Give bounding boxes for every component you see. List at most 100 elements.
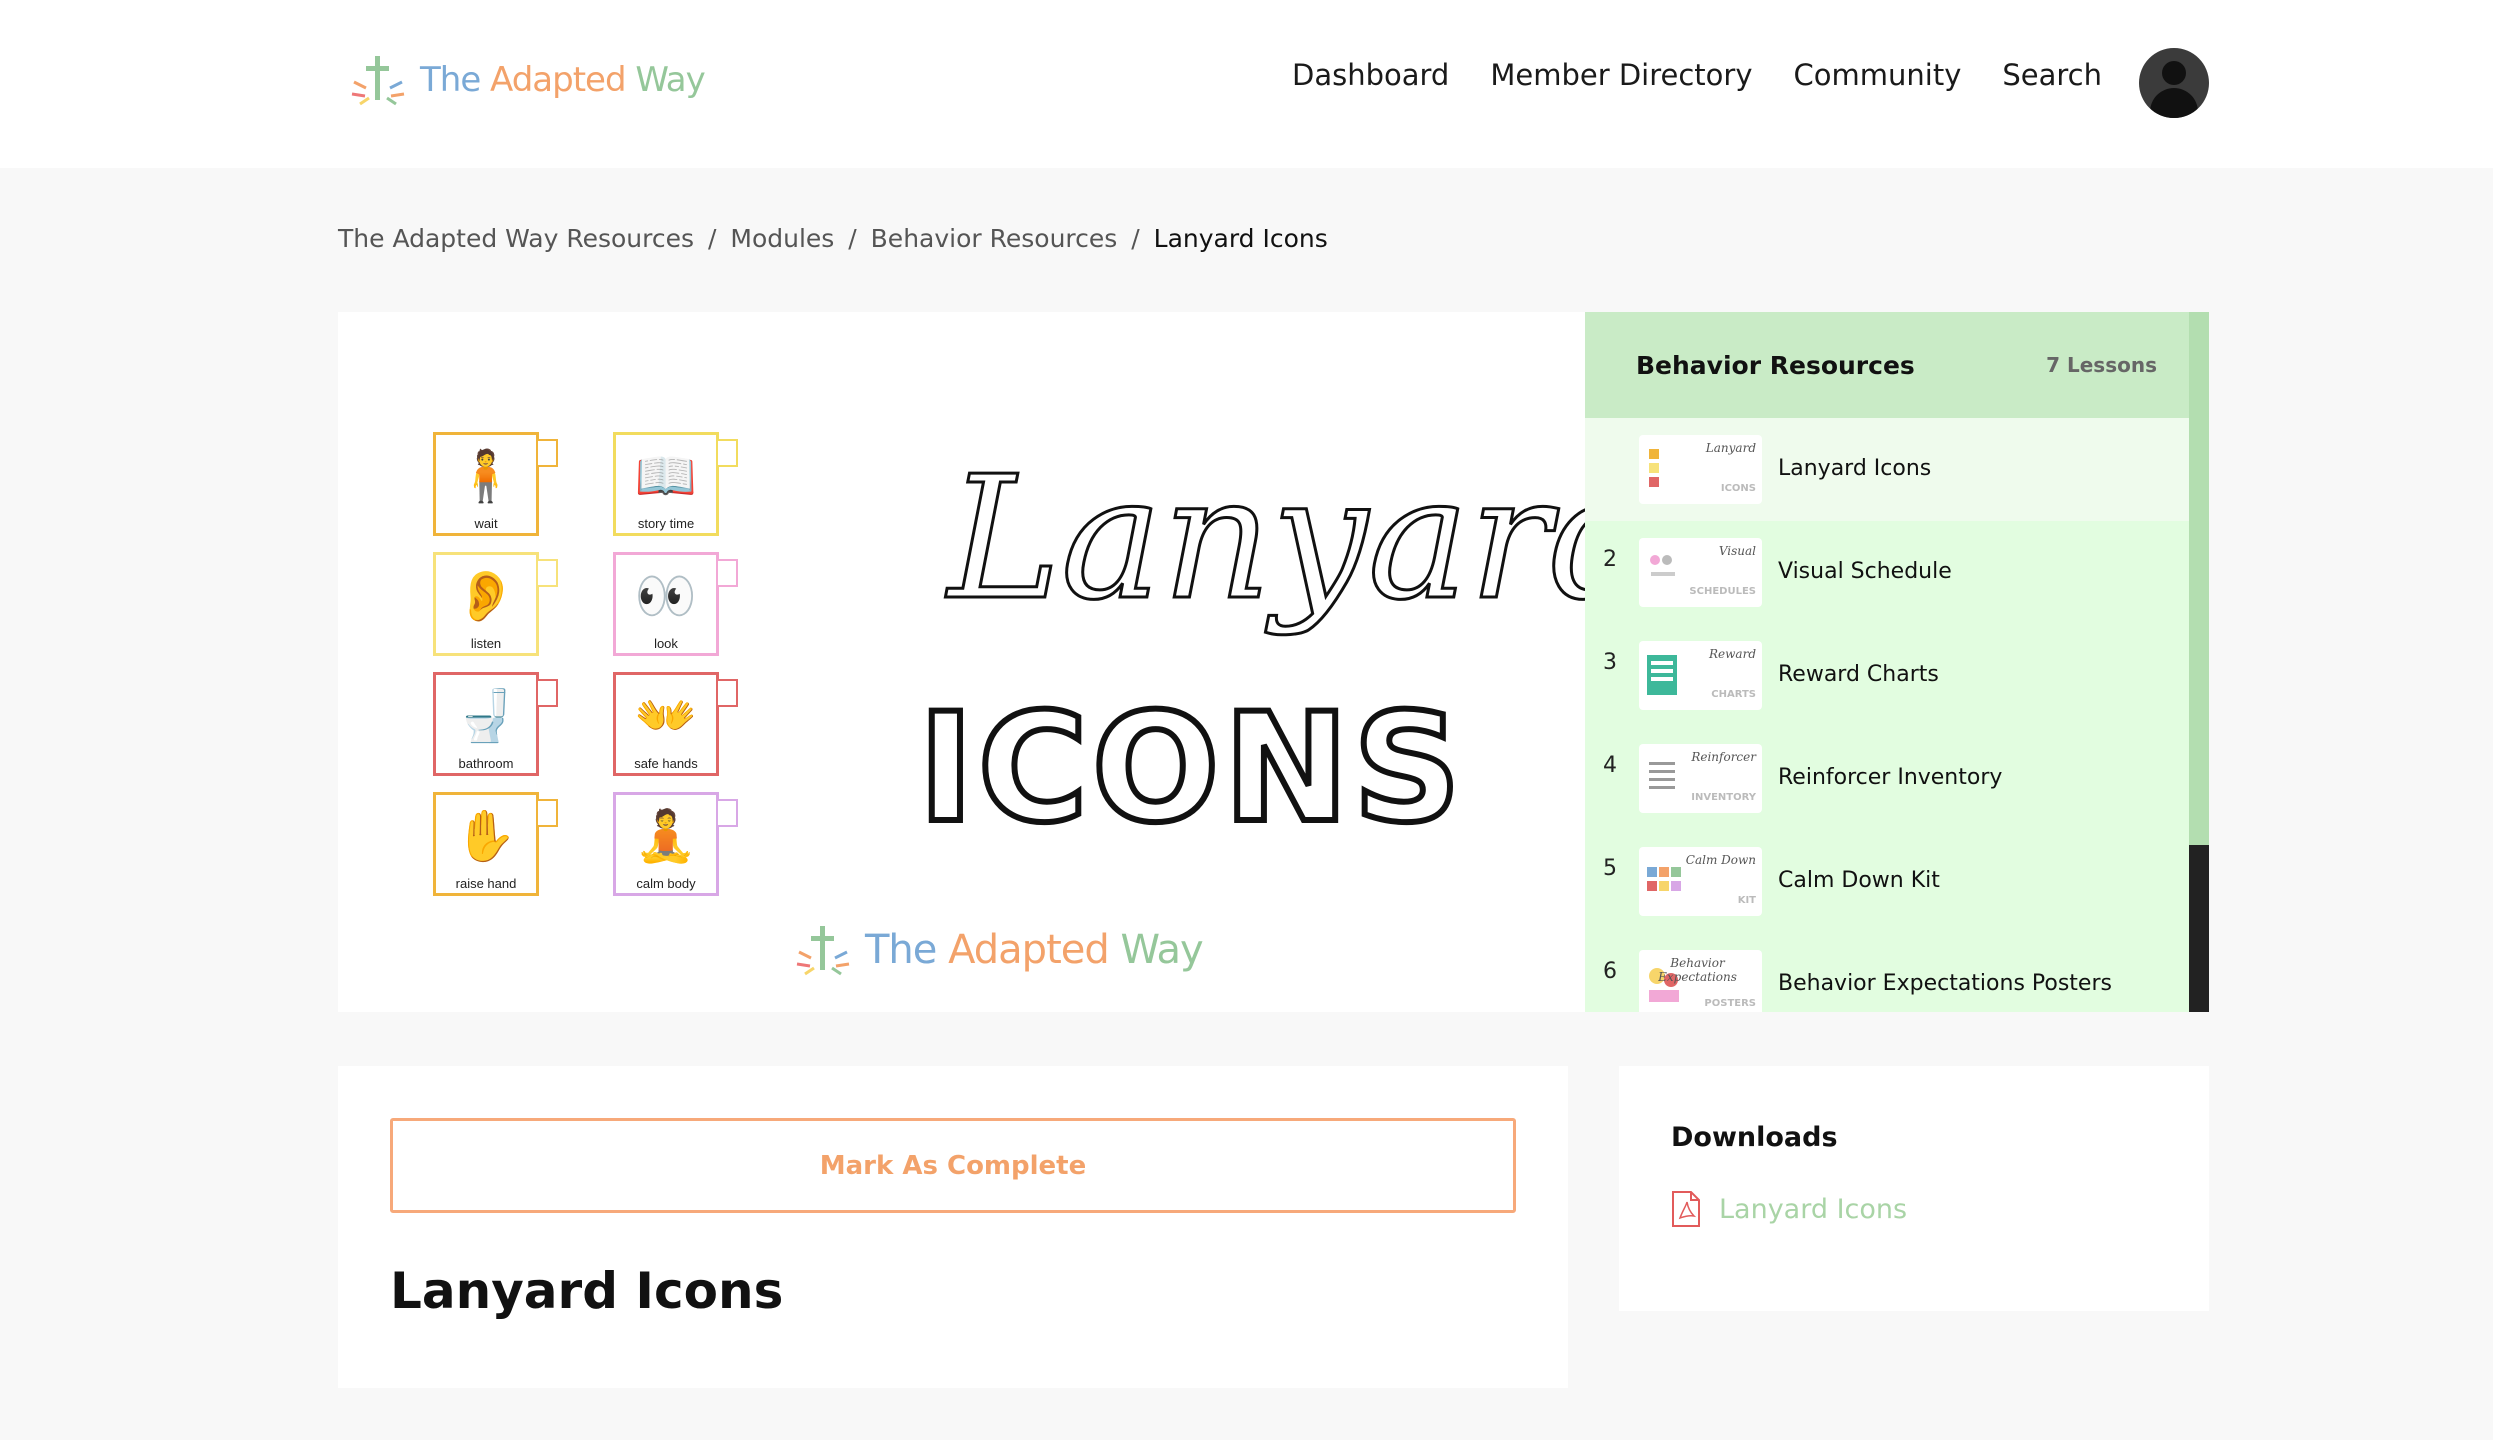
thumb-script-text: Lanyard [1705, 441, 1756, 455]
card-tab [718, 799, 738, 827]
logo-text: The Adapted Way [865, 927, 1204, 973]
nav-dashboard[interactable]: Dashboard [1292, 58, 1449, 92]
lesson-item-lanyard-icons[interactable]: Lanyard ICONS Lanyard Icons [1585, 418, 2209, 521]
lanyard-thumb-icon [1649, 449, 1659, 487]
thumb-script-text: Reward [1709, 647, 1756, 661]
lesson-item-calm-down-kit[interactable]: 5 Calm Down KIT Calm Down Kit [1585, 830, 2209, 933]
lesson-thumbnail: Calm Down KIT [1639, 847, 1762, 916]
breadcrumb-current: Lanyard Icons [1153, 224, 1328, 253]
card-tab [538, 439, 558, 467]
card-tab [718, 559, 738, 587]
lanyard-card-safe-hands: 👐 safe hands [613, 672, 738, 776]
lesson-item-visual-schedule[interactable]: 2 Visual SCHEDULES Visual Schedule [1585, 521, 2209, 624]
safe-hands-icon: 👐 [634, 688, 698, 744]
inventory-thumb-icon [1649, 762, 1675, 789]
cross-sunburst-icon [351, 56, 405, 106]
user-avatar[interactable] [2139, 48, 2209, 118]
card-label: safe hands [634, 756, 698, 771]
lanyard-card-raise-hand: ✋ raise hand [433, 792, 558, 896]
visual-schedule-thumb-icon [1650, 555, 1675, 576]
logo-text: The Adapted Way [420, 60, 706, 100]
lesson-title: Reward Charts [1778, 662, 1939, 687]
lesson-heading: Lanyard Icons [390, 1262, 784, 1320]
nav-community[interactable]: Community [1794, 58, 1962, 92]
breadcrumb: The Adapted Way Resources / Modules / Be… [338, 224, 1328, 253]
lesson-list-scrollbar[interactable] [2189, 312, 2209, 1012]
lesson-thumbnail: Lanyard ICONS [1639, 435, 1762, 504]
lesson-thumbnail: Visual SCHEDULES [1639, 538, 1762, 607]
lesson-count: 7 Lessons [2046, 353, 2157, 377]
nav-search[interactable]: Search [2002, 58, 2102, 92]
lanyard-card-listen: 👂 listen [433, 552, 558, 656]
lesson-thumbnail: Behavior Expectations POSTERS [1639, 950, 1762, 1012]
calm-kit-thumb-icon [1647, 867, 1681, 891]
lesson-item-reinforcer-inventory[interactable]: 4 Reinforcer INVENTORY Reinforcer Invent… [1585, 727, 2209, 830]
lanyard-card-calm-body: 🧘 calm body [613, 792, 738, 896]
card-label: wait [474, 516, 498, 531]
card-tab [718, 439, 738, 467]
hero-block-title: ICONS [915, 679, 1465, 859]
avatar-head-shape [2162, 61, 2186, 85]
card-label: story time [637, 516, 695, 531]
thumb-script-text: Calm Down [1685, 853, 1756, 867]
card-label: look [654, 636, 678, 651]
lesson-item-behavior-expectations-posters[interactable]: 6 Behavior Expectations POSTERS Behavior… [1585, 933, 2209, 1012]
breadcrumb-separator: / [1131, 224, 1140, 253]
calm-body-icon: 🧘 [634, 808, 698, 864]
hero-script-title: Lanyard [944, 439, 1661, 640]
card-tab [538, 559, 558, 587]
breadcrumb-resources[interactable]: The Adapted Way Resources [338, 224, 694, 253]
thumb-block-text: KIT [1737, 895, 1756, 906]
wait-icon: 🧍 [454, 448, 518, 504]
thumb-block-text: POSTERS [1704, 998, 1756, 1009]
lanyard-card-look: 👀 look [613, 552, 738, 656]
cross-sunburst-icon [796, 926, 850, 976]
hero-logo: The Adapted Way [793, 922, 1204, 978]
card-tab [538, 679, 558, 707]
lesson-thumbnail: Reinforcer INVENTORY [1639, 744, 1762, 813]
lanyard-card-wait: 🧍 wait [433, 432, 558, 536]
breadcrumb-separator: / [848, 224, 857, 253]
card-label: listen [470, 636, 502, 651]
card-label: raise hand [455, 876, 517, 891]
nav-member-directory[interactable]: Member Directory [1490, 58, 1752, 92]
bathroom-icon: 🚽 [454, 688, 518, 744]
lesson-content: Mark As Complete Lanyard Icons [338, 1066, 1568, 1388]
avatar-body-shape [2150, 88, 2198, 118]
look-icon: 👀 [634, 568, 698, 624]
main-nav: Dashboard Member Directory Community Sea… [1292, 58, 2143, 92]
downloads-panel: Downloads Lanyard Icons [1619, 1066, 2209, 1311]
thumb-block-text: INVENTORY [1691, 792, 1756, 803]
lesson-list-panel: Behavior Resources 7 Lessons Lanyard ICO… [1585, 312, 2209, 1012]
raise-hand-icon: ✋ [454, 808, 518, 864]
download-item[interactable]: Lanyard Icons [1671, 1190, 1907, 1228]
mark-complete-button[interactable]: Mark As Complete [390, 1118, 1516, 1213]
card-tab [538, 799, 558, 827]
site-logo[interactable]: The Adapted Way [348, 52, 706, 108]
lesson-number: 2 [1603, 547, 1617, 572]
lesson-number: 5 [1603, 856, 1617, 881]
lanyard-card-story-time: 📖 story time [613, 432, 738, 536]
download-link[interactable]: Lanyard Icons [1719, 1194, 1907, 1225]
card-label: calm body [636, 876, 696, 891]
thumb-block-text: ICONS [1720, 483, 1756, 494]
pdf-file-icon [1672, 1191, 1700, 1227]
lesson-title: Calm Down Kit [1778, 868, 1940, 893]
story-time-icon: 📖 [634, 448, 698, 504]
hero-script-text: Lanyard [945, 440, 1659, 638]
lesson-title: Lanyard Icons [1778, 456, 1932, 481]
lesson-number: 6 [1603, 959, 1617, 984]
lesson-number: 3 [1603, 650, 1617, 675]
breadcrumb-behavior-resources[interactable]: Behavior Resources [871, 224, 1118, 253]
lesson-title: Reinforcer Inventory [1778, 765, 2003, 790]
thumb-script-text: Behavior Expectations [1658, 956, 1737, 984]
lanyard-card-bathroom: 🚽 bathroom [433, 672, 558, 776]
breadcrumb-modules[interactable]: Modules [730, 224, 834, 253]
thumb-block-text: SCHEDULES [1689, 586, 1756, 597]
site-header: The Adapted Way Dashboard Member Directo… [0, 0, 2493, 168]
lesson-list-header: Behavior Resources 7 Lessons [1585, 312, 2209, 418]
thumb-block-text: CHARTS [1711, 689, 1756, 700]
lesson-number: 4 [1603, 753, 1617, 778]
scrollbar-thumb[interactable] [2189, 845, 2209, 1012]
lesson-item-reward-charts[interactable]: 3 Reward CHARTS Reward Charts [1585, 624, 2209, 727]
